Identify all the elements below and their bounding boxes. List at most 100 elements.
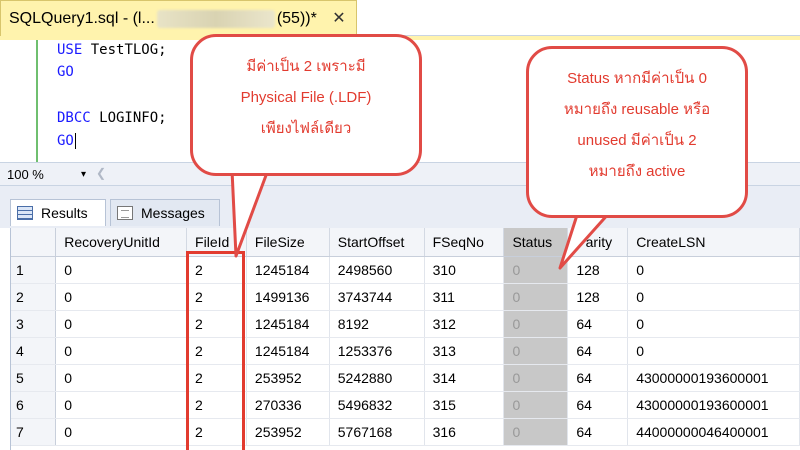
grid-cell[interactable]: 128 [567,283,629,311]
grid-cell[interactable]: 64 [567,364,629,392]
grid-cell[interactable]: 2 [186,391,247,419]
grid-cell[interactable]: 253952 [246,418,330,446]
column-header[interactable]: Parity [567,228,629,257]
callout-line: Status หากมีค่าเป็น 0 [567,70,707,87]
status-explanation-callout: Status หากมีค่าเป็น 0 หมายถึง reusable ห… [526,46,748,218]
row-number[interactable]: 3 [11,310,57,338]
grid-cell[interactable]: 311 [424,283,505,311]
grid-cell[interactable]: 0 [55,310,188,338]
grid-cell[interactable]: 5242880 [329,364,425,392]
zoom-dropdown[interactable]: 100 % ▾ [4,165,90,184]
status-cell[interactable]: 0 [503,364,569,392]
grid-cell[interactable]: 310 [424,256,505,284]
row-number[interactable]: 5 [11,364,57,392]
status-cell[interactable]: 0 [503,310,569,338]
column-header[interactable]: FileSize [246,228,330,257]
grid-cell[interactable]: 64 [567,310,629,338]
code-line: USE TestTLOG; [57,42,167,58]
grid-cell[interactable]: 2 [186,337,247,365]
grid-cell[interactable]: 44000000046400001 [627,418,800,446]
status-cell[interactable]: 0 [503,256,569,284]
sql-text: LOGINFO; [90,110,167,126]
grid-cell[interactable]: 0 [627,337,800,365]
grid-cell[interactable]: 1245184 [246,310,330,338]
grid-cell[interactable]: 0 [55,391,188,419]
callout-line: unused มีค่าเป็น 2 [577,132,697,149]
results-table: RecoveryUnitId FileId FileSize StartOffs… [11,228,800,446]
grid-cell[interactable]: 312 [424,310,505,338]
grid-cell[interactable]: 0 [55,418,188,446]
grid-cell[interactable]: 2 [186,418,247,446]
sql-keyword: GO [57,64,74,80]
column-header[interactable]: CreateLSN [627,228,800,257]
grid-cell[interactable]: 253952 [246,364,330,392]
table-row[interactable]: 7 0 2 253952 5767168 316 0 64 44000000046400001 [11,418,800,446]
grid-cell[interactable]: 128 [567,256,629,284]
grid-cell[interactable]: 2 [186,256,247,284]
column-header[interactable]: FileId [186,228,247,257]
column-header[interactable]: FSeqNo [424,228,505,257]
table-row[interactable]: 6 0 2 270336 5496832 315 0 64 43000000193600001 [11,391,800,419]
grid-cell[interactable]: 0 [627,283,800,311]
grid-cell[interactable]: 315 [424,391,505,419]
grid-cell[interactable]: 0 [55,283,188,311]
sql-keyword: DBCC [57,110,91,126]
tab-results[interactable]: Results [10,199,106,226]
status-cell[interactable]: 0 [503,391,569,419]
grid-cell[interactable]: 5767168 [329,418,425,446]
status-cell[interactable]: 0 [503,418,569,446]
grid-cell[interactable]: 316 [424,418,505,446]
grid-cell[interactable]: 64 [567,418,629,446]
grid-cell[interactable]: 313 [424,337,505,365]
grid-cell[interactable]: 2498560 [329,256,425,284]
query-document-tab[interactable]: SQLQuery1.sql - (l... (55))* ✕ [0,0,357,36]
table-row[interactable]: 5 0 2 253952 5242880 314 0 64 43000000193600001 [11,364,800,392]
table-row[interactable]: 4 0 2 1245184 1253376 313 0 64 0 [11,337,800,365]
column-header[interactable]: Status [503,228,569,257]
grid-cell[interactable]: 2 [186,310,247,338]
close-icon[interactable]: ✕ [330,10,348,28]
status-cell[interactable]: 0 [503,337,569,365]
header-row: RecoveryUnitId FileId FileSize StartOffs… [11,228,800,257]
scroll-left-icon[interactable]: ❮ [96,166,106,180]
messages-icon [117,206,133,220]
row-number[interactable]: 4 [11,337,57,365]
grid-cell[interactable]: 0 [55,337,188,365]
text-caret [74,133,76,149]
column-header[interactable]: RecoveryUnitId [55,228,188,257]
grid-cell[interactable]: 270336 [246,391,330,419]
row-number[interactable]: 1 [11,256,57,284]
table-row[interactable]: 2 0 2 1499136 3743744 311 0 128 0 [11,283,800,311]
grid-cell[interactable]: 0 [627,310,800,338]
table-row[interactable]: 1 0 2 1245184 2498560 310 0 128 0 [11,256,800,284]
grid-cell[interactable]: 43000000193600001 [627,364,800,392]
grid-cell[interactable]: 64 [567,391,629,419]
row-number-header[interactable] [11,228,57,257]
sql-keyword: USE [57,42,83,58]
table-row[interactable]: 3 0 2 1245184 8192 312 0 64 0 [11,310,800,338]
grid-cell[interactable]: 3743744 [329,283,425,311]
row-number[interactable]: 6 [11,391,57,419]
grid-cell[interactable]: 64 [567,337,629,365]
chevron-down-icon: ▾ [80,169,86,180]
grid-cell[interactable]: 0 [55,364,188,392]
grid-cell[interactable]: 1499136 [246,283,330,311]
grid-cell[interactable]: 5496832 [329,391,425,419]
row-number[interactable]: 7 [11,418,57,446]
status-cell[interactable]: 0 [503,283,569,311]
grid-cell[interactable]: 2 [186,364,247,392]
grid-cell[interactable]: 43000000193600001 [627,391,800,419]
grid-cell[interactable]: 1245184 [246,256,330,284]
tab-messages[interactable]: Messages [110,199,220,226]
grid-cell[interactable]: 0 [627,256,800,284]
grid-cell[interactable]: 0 [55,256,188,284]
grid-cell[interactable]: 314 [424,364,505,392]
document-tab-bar: SQLQuery1.sql - (l... (55))* ✕ [0,0,800,36]
grid-cell[interactable]: 1253376 [329,337,425,365]
results-grid[interactable]: RecoveryUnitId FileId FileSize StartOffs… [10,228,800,450]
grid-cell[interactable]: 1245184 [246,337,330,365]
column-header[interactable]: StartOffset [329,228,425,257]
grid-cell[interactable]: 8192 [329,310,425,338]
grid-cell[interactable]: 2 [186,283,247,311]
row-number[interactable]: 2 [11,283,57,311]
